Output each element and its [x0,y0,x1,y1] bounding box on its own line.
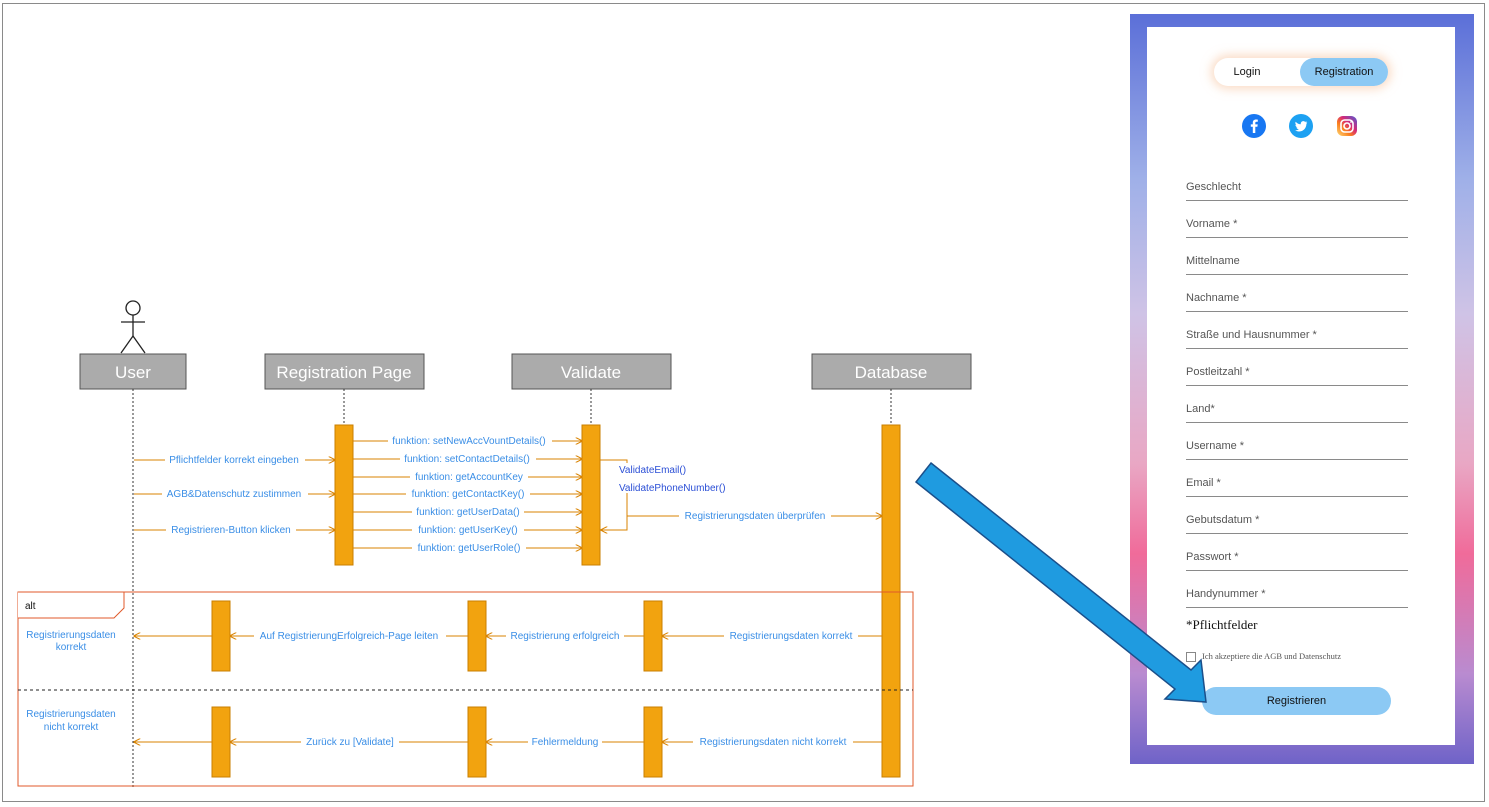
field-postleitzahl-label: Postleitzahl * [1186,366,1250,378]
tab-registration[interactable]: Registration [1300,58,1388,86]
field-mittelname-label: Mittelname [1186,255,1240,267]
twitter-icon[interactable] [1289,114,1313,138]
msg-validate-page-failure: Fehlermeldung [486,736,644,748]
field-email[interactable]: Email * [1186,474,1408,497]
msg-user-page-3: Registrieren-Button klicken [134,524,335,536]
msg-db-validate-success-label: Registrierungsdaten korrekt [730,631,853,642]
actor-database-label: Database [855,363,928,382]
register-button[interactable]: Registrieren [1202,687,1391,715]
alt-label: alt [25,601,36,612]
activation-validate [581,424,601,566]
actor-page-label: Registration Page [276,363,411,382]
activation-page-success [211,600,231,672]
activation-db-failure [643,706,663,778]
facebook-icon[interactable] [1242,114,1266,138]
field-username[interactable]: Username * [1186,437,1408,460]
agb-checkbox[interactable] [1186,652,1196,663]
msg-page-user-failure-label: Zurück zu [Validate] [306,737,394,748]
actor-validate: Validate [511,353,672,390]
msg-page-validate-2: funktion: setContactDetails() [353,453,582,465]
note-failure: Registrierungsdaten nicht korrekt [26,709,116,733]
field-nachname[interactable]: Nachname * [1186,289,1408,312]
msg-page-user-failure: Zurück zu [Validate] [230,736,468,748]
activation-page-failure [211,706,231,778]
field-passwort-label: Passwort * [1186,551,1239,563]
alt-frame: alt [17,591,914,787]
field-postleitzahl[interactable]: Postleitzahl * [1186,363,1408,386]
msg-user-page-1: Pflichtfelder korrekt eingeben [134,454,335,466]
msg-user-page-1-label: Pflichtfelder korrekt eingeben [169,455,299,466]
tab-login[interactable]: Login [1214,58,1280,86]
field-geburtsdatum[interactable]: Gebutsdatum * [1186,511,1408,534]
login-registration-toggle: Login Registration [1214,58,1388,86]
msg-page-validate-1-label: funktion: setNewAccVountDetails() [392,436,545,447]
agb-checkbox-label: Ich akzeptiere die AGB und Datenschutz [1202,651,1342,661]
field-strasse-label: Straße und Hausnummer * [1186,329,1317,341]
activation-database [881,424,901,778]
actor-user-label: User [115,363,151,382]
field-strasse[interactable]: Straße und Hausnummer * [1186,326,1408,349]
msg-db-validate-failure: Registrierungsdaten nicht korrekt [662,736,882,748]
field-vorname[interactable]: Vorname * [1186,215,1408,238]
activation-validate-failure [467,706,487,778]
activation-db-success [643,600,663,672]
agb-consent[interactable]: Ich akzeptiere die AGB und Datenschutz [1186,651,1342,663]
msg-validate-page-success-label: Registrierung erfolgreich [511,631,620,642]
field-land[interactable]: Land* [1186,400,1408,423]
field-geschlecht[interactable]: Geschlecht [1186,178,1408,201]
msg-page-validate-3-label: funktion: getAccountKey [415,472,523,483]
field-passwort[interactable]: Passwort * [1186,548,1408,571]
msg-page-validate-7: funktion: getUserRole() [353,542,582,554]
msg-page-validate-4: funktion: getContactKey() [353,488,582,500]
msg-page-validate-5-label: funktion: getUserData() [416,507,519,518]
field-mittelname[interactable]: Mittelname [1186,252,1408,275]
field-username-label: Username * [1186,440,1245,452]
msg-page-validate-2-label: funktion: setContactDetails() [404,454,530,465]
msg-page-user-success-label: Auf RegistrierungErfolgreich-Page leiten [260,631,438,642]
self-call-2-label: ValidatePhoneNumber() [619,483,726,494]
field-geburtsdatum-label: Gebutsdatum * [1186,514,1260,526]
field-land-label: Land* [1186,403,1215,415]
msg-validate-page-success: Registrierung erfolgreich [486,630,644,642]
msg-page-validate-3: funktion: getAccountKey [353,471,582,483]
field-nachname-label: Nachname * [1186,292,1247,304]
note-success: Registrierungsdaten korrekt [26,630,116,653]
user-stick-figure [120,300,146,354]
note-success-line2: korrekt [56,642,87,653]
field-handynummer-label: Handynummer * [1186,588,1266,600]
self-call-1-label: ValidateEmail() [619,465,686,476]
note-success-line1: Registrierungsdaten [26,630,116,641]
note-failure-line1: Registrierungsdaten [26,709,116,720]
msg-page-validate-4-label: funktion: getContactKey() [412,489,525,500]
msg-validate-db-label: Registrierungsdaten überprüfen [685,511,826,522]
msg-db-validate-success: Registrierungsdaten korrekt [662,630,882,642]
msg-user-page-2: AGB&Datenschutz zustimmen [134,488,335,500]
field-handynummer[interactable]: Handynummer * [1186,585,1408,608]
msg-page-validate-5: funktion: getUserData() [353,506,582,518]
msg-page-validate-7-label: funktion: getUserRole() [418,543,521,554]
required-fields-note: *Pflichtfelder [1186,617,1258,632]
field-vorname-label: Vorname * [1186,218,1238,230]
activation-page [334,424,354,566]
msg-page-user-success: Auf RegistrierungErfolgreich-Page leiten [230,630,468,642]
msg-page-validate-1: funktion: setNewAccVountDetails() [353,435,582,447]
actor-user: User [79,353,187,390]
field-geschlecht-label: Geschlecht [1186,181,1242,193]
instagram-icon[interactable] [1335,114,1359,138]
field-email-label: Email * [1186,477,1221,489]
msg-page-validate-6: funktion: getUserKey() [353,524,582,536]
note-failure-line2: nicht korrekt [44,722,99,733]
msg-page-validate-6-label: funktion: getUserKey() [418,525,518,536]
msg-db-validate-failure-label: Registrierungsdaten nicht korrekt [700,737,847,748]
actor-registration-page: Registration Page [264,353,425,390]
actor-validate-label: Validate [561,363,621,382]
msg-user-page-3-label: Registrieren-Button klicken [171,525,291,536]
msg-user-page-2-label: AGB&Datenschutz zustimmen [167,489,302,500]
msg-validate-db: Registrierungsdaten überprüfen [627,510,882,522]
activation-validate-success [467,600,487,672]
actor-database: Database [811,353,972,390]
msg-validate-page-failure-label: Fehlermeldung [532,737,599,748]
